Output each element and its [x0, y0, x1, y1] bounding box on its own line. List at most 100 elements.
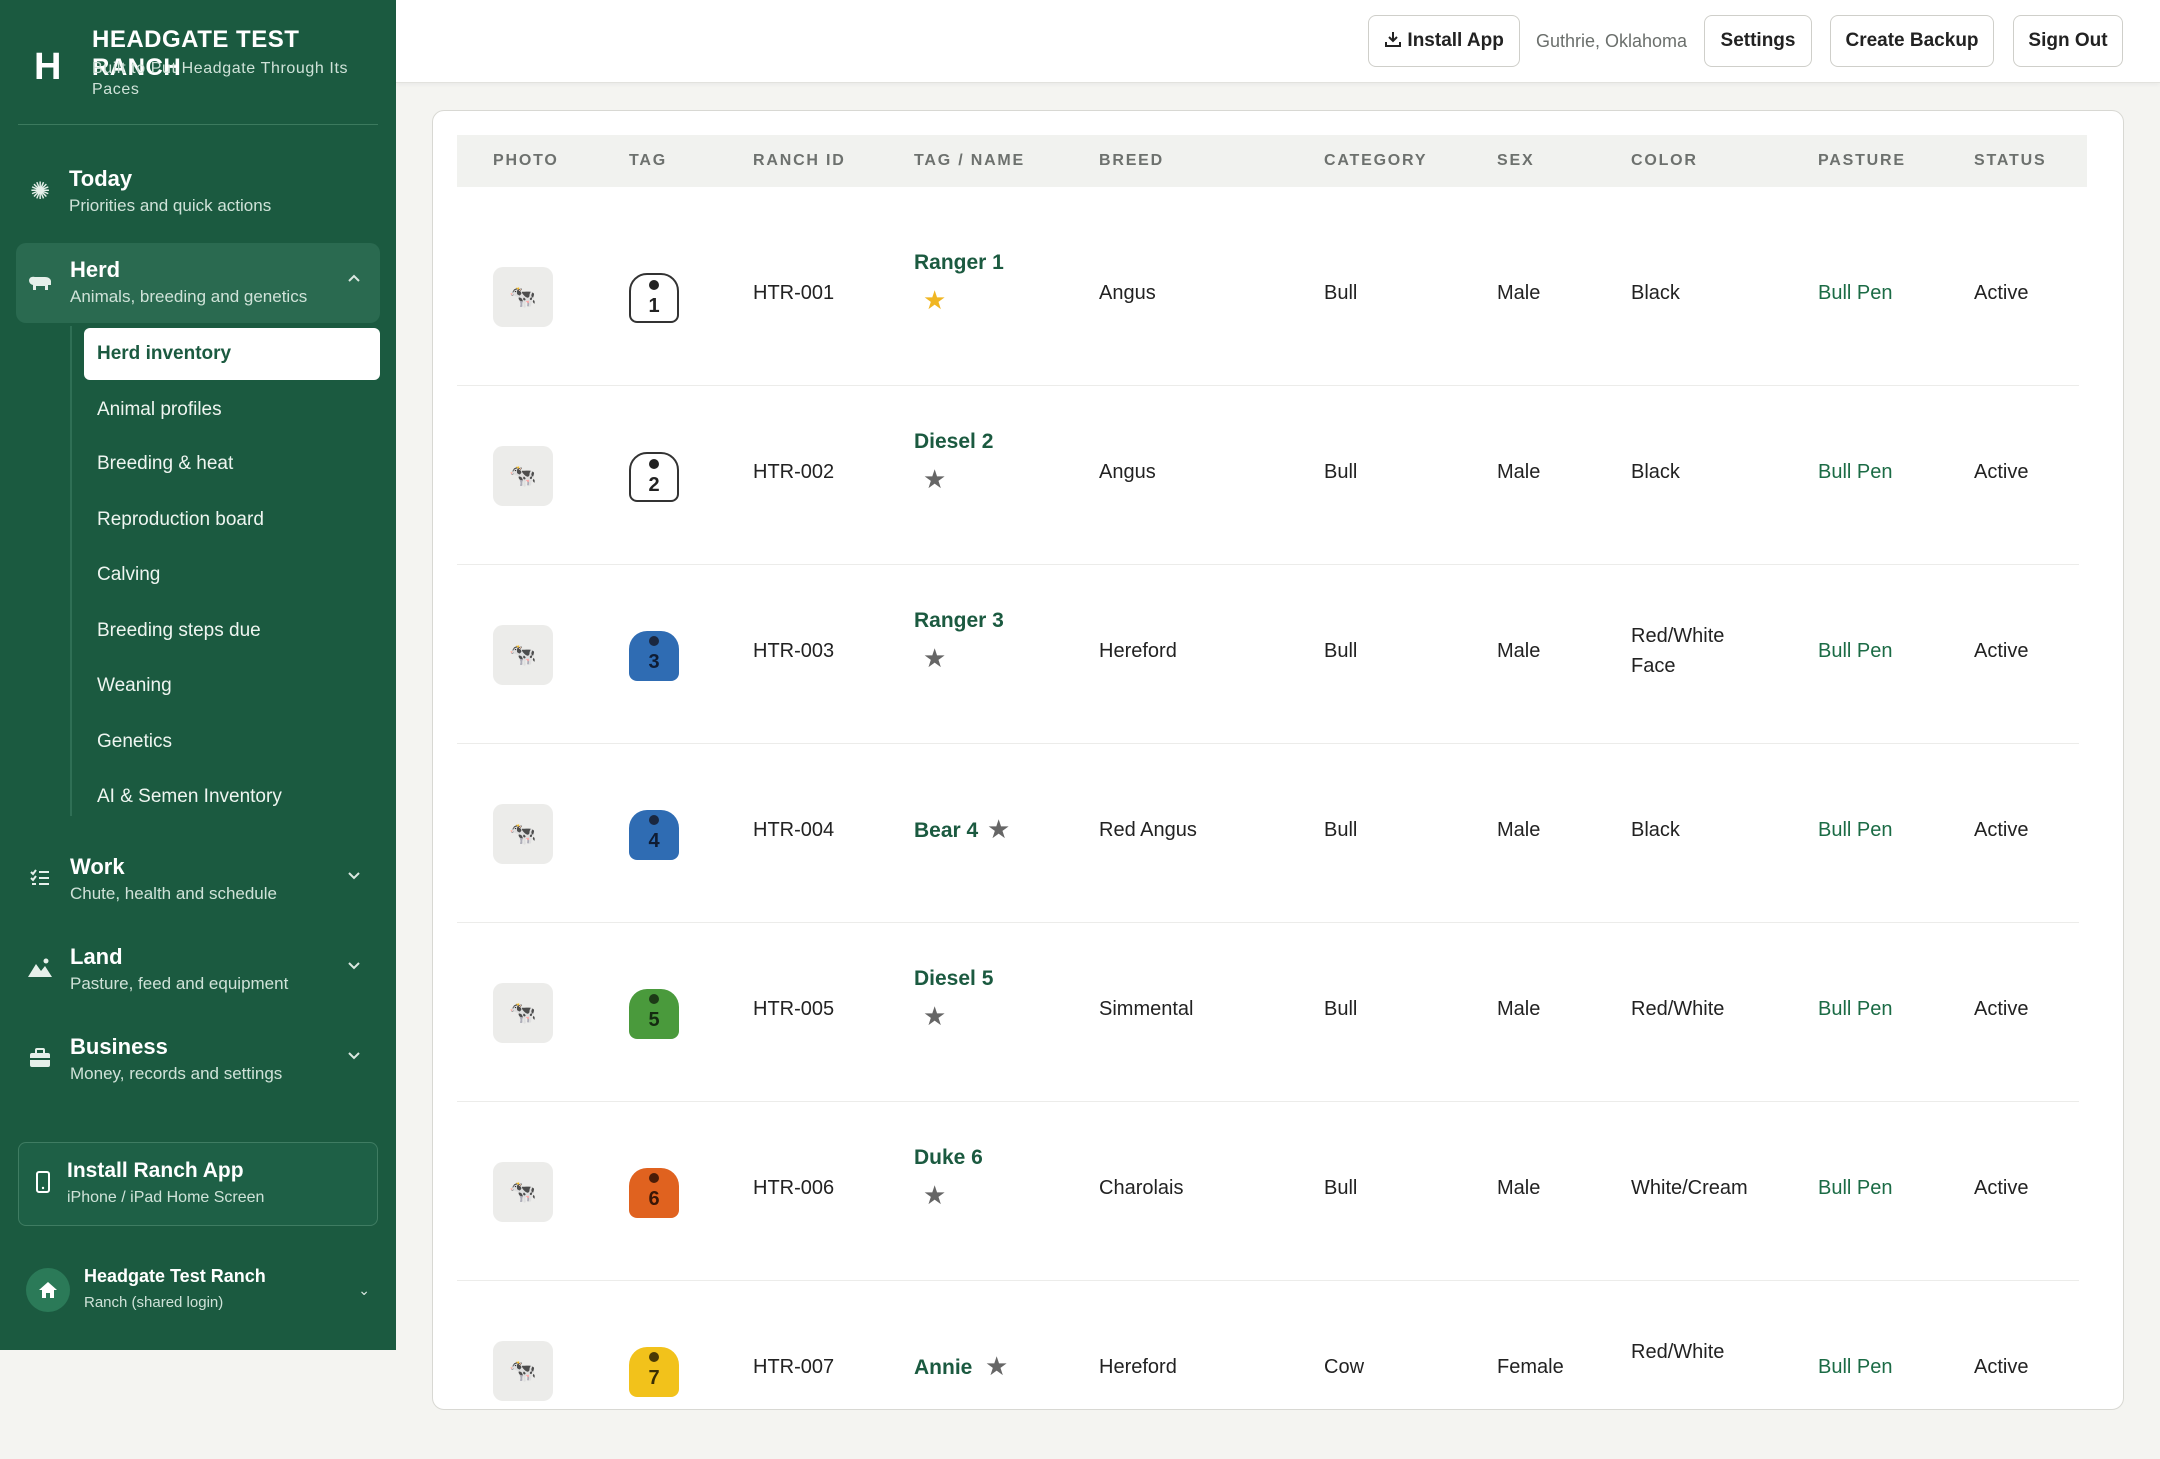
- nav-herd[interactable]: Herd Animals, breeding and genetics: [16, 243, 380, 323]
- sun-icon: ✺: [29, 178, 51, 205]
- header-sex: SEX: [1497, 152, 1535, 169]
- chevron-up-icon[interactable]: [346, 269, 362, 292]
- subnav-animal-profiles[interactable]: Animal profiles: [84, 384, 380, 436]
- animal-name-link[interactable]: Annie: [914, 1356, 972, 1380]
- nav-today[interactable]: ✺ Today Priorities and quick actions: [16, 152, 380, 232]
- create-backup-button[interactable]: Create Backup: [1830, 15, 1994, 67]
- table-row[interactable]: 🐄 6 HTR-006 Duke 6 ★ Charolais Bull Male…: [457, 1102, 2079, 1281]
- chevron-down-icon[interactable]: [346, 866, 362, 889]
- star-icon[interactable]: ★: [987, 814, 1010, 845]
- status: Active: [1974, 819, 2029, 841]
- star-icon[interactable]: ★: [923, 464, 946, 495]
- pasture-link[interactable]: Bull Pen: [1818, 1356, 1893, 1379]
- animal-name-link[interactable]: Bear 4: [914, 819, 978, 843]
- subnav-weaning[interactable]: Weaning: [84, 660, 380, 712]
- subnav-breeding-steps-due[interactable]: Breeding steps due: [84, 605, 380, 657]
- animal-photo-placeholder-icon[interactable]: 🐄: [493, 804, 553, 864]
- pasture-link[interactable]: Bull Pen: [1818, 1177, 1893, 1200]
- ear-tag-icon: 6: [629, 1168, 679, 1218]
- subnav-ai-semen-inventory[interactable]: AI & Semen Inventory: [84, 771, 380, 823]
- briefcase-icon: [26, 1046, 54, 1074]
- animal-name-link[interactable]: Diesel 5: [914, 967, 993, 991]
- account-switcher[interactable]: Headgate Test Ranch Ranch (shared login)…: [26, 1266, 376, 1326]
- subnav-calving[interactable]: Calving: [84, 549, 380, 601]
- animal-name-link[interactable]: Ranger 3: [914, 609, 1004, 633]
- animal-name-link[interactable]: Ranger 1: [914, 251, 1004, 275]
- settings-button[interactable]: Settings: [1704, 15, 1812, 67]
- sex: Male: [1497, 640, 1541, 662]
- animal-name-link[interactable]: Diesel 2: [914, 430, 993, 454]
- breed: Red Angus: [1099, 819, 1197, 841]
- animal-photo-placeholder-icon[interactable]: 🐄: [493, 446, 553, 506]
- table-row[interactable]: 🐄 3 HTR-003 Ranger 3 ★ Hereford Bull Mal…: [457, 565, 2079, 744]
- star-icon[interactable]: ★: [923, 1180, 946, 1211]
- table-row[interactable]: 🐄 4 HTR-004 Bear 4 ★ Red Angus Bull Male…: [457, 744, 2079, 923]
- status: Active: [1974, 1177, 2029, 1199]
- sex: Male: [1497, 998, 1541, 1020]
- tag-hole: [649, 1352, 659, 1362]
- pasture-link[interactable]: Bull Pen: [1818, 461, 1893, 484]
- nav-land-title: Land: [70, 944, 123, 969]
- chevron-down-icon[interactable]: [346, 1046, 362, 1069]
- nav-herd-title: Herd: [70, 257, 121, 282]
- color: White/Cream: [1631, 1177, 1748, 1199]
- install-ranch-app-card[interactable]: Install Ranch App iPhone / iPad Home Scr…: [18, 1142, 378, 1226]
- table-row[interactable]: 🐄 7 HTR-007 Annie ★ Hereford Cow Female …: [457, 1281, 2079, 1459]
- tag-hole: [649, 636, 659, 646]
- ranch-logo-icon: H: [34, 46, 62, 88]
- animal-photo-placeholder-icon[interactable]: 🐄: [493, 267, 553, 327]
- pasture-link[interactable]: Bull Pen: [1818, 998, 1893, 1021]
- chevron-down-icon[interactable]: [346, 956, 362, 979]
- subnav-genetics[interactable]: Genetics: [84, 716, 380, 768]
- sex: Male: [1497, 282, 1541, 304]
- pasture-link[interactable]: Bull Pen: [1818, 282, 1893, 305]
- table-row[interactable]: 🐄 1 HTR-001 Ranger 1 ★ Angus Bull Male B…: [457, 207, 2079, 386]
- animal-photo-placeholder-icon[interactable]: 🐄: [493, 1341, 553, 1401]
- table-row[interactable]: 🐄 5 HTR-005 Diesel 5 ★ Simmental Bull Ma…: [457, 923, 2079, 1102]
- brand-divider: [18, 124, 378, 125]
- nav-today-sub: Priorities and quick actions: [69, 196, 272, 215]
- star-icon[interactable]: ★: [923, 643, 946, 674]
- ranch-id: HTR-004: [753, 819, 835, 841]
- subnav-breeding-heat[interactable]: Breeding & heat: [84, 438, 380, 490]
- nav-today-title: Today: [69, 166, 133, 191]
- category: Bull: [1324, 998, 1358, 1020]
- install-app-button[interactable]: Install App: [1368, 15, 1520, 67]
- tag-hole: [649, 815, 659, 825]
- nav-business-sub: Money, records and settings: [70, 1064, 283, 1083]
- favorite-star-icon[interactable]: ★: [923, 285, 946, 316]
- subnav-line: [70, 326, 72, 816]
- animal-photo-placeholder-icon[interactable]: 🐄: [493, 1162, 553, 1222]
- table-header: PHOTO TAG RANCH ID TAG / NAME BREED CATE…: [457, 135, 2087, 187]
- status: Active: [1974, 282, 2029, 304]
- subnav-reproduction-board[interactable]: Reproduction board: [84, 494, 380, 546]
- sign-out-button[interactable]: Sign Out: [2013, 15, 2123, 67]
- tag-hole: [649, 1173, 659, 1183]
- header-pasture: PASTURE: [1818, 152, 1906, 169]
- category: Bull: [1324, 282, 1358, 304]
- checklist-icon: [26, 866, 54, 894]
- nav-work[interactable]: Work Chute, health and schedule: [16, 840, 380, 920]
- ranch-id: HTR-006: [753, 1177, 835, 1199]
- star-icon[interactable]: ★: [985, 1351, 1008, 1382]
- nav-work-sub: Chute, health and schedule: [70, 884, 277, 903]
- category: Cow: [1324, 1356, 1365, 1378]
- color: Black: [1631, 461, 1680, 483]
- star-icon[interactable]: ★: [923, 1001, 946, 1032]
- pasture-link[interactable]: Bull Pen: [1818, 819, 1893, 842]
- breed: Angus: [1099, 282, 1156, 304]
- nav-land[interactable]: Land Pasture, feed and equipment: [16, 930, 380, 1010]
- table-row[interactable]: 🐄 2 HTR-002 Diesel 2 ★ Angus Bull Male B…: [457, 386, 2079, 565]
- category: Bull: [1324, 640, 1358, 662]
- animal-photo-placeholder-icon[interactable]: 🐄: [493, 625, 553, 685]
- subnav-herd-inventory[interactable]: Herd inventory: [84, 328, 380, 380]
- animal-photo-placeholder-icon[interactable]: 🐄: [493, 983, 553, 1043]
- nav-business[interactable]: Business Money, records and settings: [16, 1020, 380, 1100]
- nav-business-title: Business: [70, 1034, 168, 1059]
- animal-name-link[interactable]: Duke 6: [914, 1146, 983, 1170]
- download-icon: [1384, 30, 1407, 51]
- account-name: Headgate Test Ranch: [84, 1266, 266, 1286]
- tag-number: 6: [648, 1188, 660, 1210]
- tag-number: 2: [648, 474, 660, 496]
- pasture-link[interactable]: Bull Pen: [1818, 640, 1893, 663]
